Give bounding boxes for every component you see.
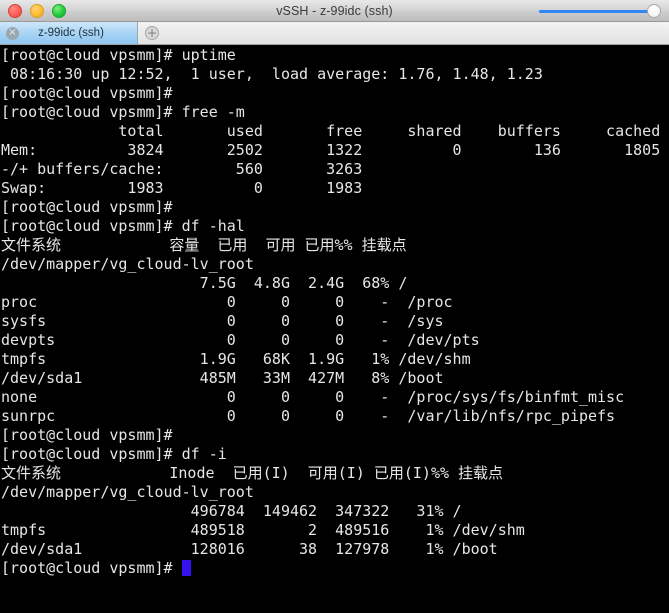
slider-knob[interactable] bbox=[647, 4, 661, 18]
terminal-window: vSSH - z-99idc (ssh) × z-99idc (ssh) + [… bbox=[0, 0, 669, 613]
terminal-line: 文件系统 Inode 已用(I) 可用(I) 已用(I)%% 挂载点 bbox=[1, 464, 504, 482]
terminal-line: 496784 149462 347322 31% / bbox=[1, 502, 462, 520]
terminal-line: [root@cloud vpsmm]# bbox=[1, 84, 173, 102]
terminal-line: Swap: 1983 0 1983 bbox=[1, 179, 363, 197]
tab-z-99idc-ssh[interactable]: × z-99idc (ssh) bbox=[0, 22, 138, 44]
plus-icon[interactable]: + bbox=[145, 26, 159, 40]
terminal-line: devpts 0 0 0 - /dev/pts bbox=[1, 331, 480, 349]
transparency-slider[interactable] bbox=[539, 4, 661, 18]
terminal-line: none 0 0 0 - /proc/sys/fs/binfmt_misc bbox=[1, 388, 625, 406]
terminal-line: /dev/mapper/vg_cloud-lv_root bbox=[1, 255, 254, 273]
terminal-line: [root@cloud vpsmm]# free -m bbox=[1, 103, 245, 121]
terminal-line: -/+ buffers/cache: 560 3263 bbox=[1, 160, 363, 178]
terminal-line: [root@cloud vpsmm]# df -hal bbox=[1, 217, 245, 235]
tab-label: z-99idc (ssh) bbox=[38, 27, 104, 39]
terminal-line: 7.5G 4.8G 2.4G 68% / bbox=[1, 274, 408, 292]
titlebar: vSSH - z-99idc (ssh) bbox=[0, 0, 669, 22]
terminal-line: /dev/sda1 485M 33M 427M 8% /boot bbox=[1, 369, 444, 387]
terminal-line: 08:16:30 up 12:52, 1 user, load average:… bbox=[1, 65, 543, 83]
terminal-line: /dev/mapper/vg_cloud-lv_root bbox=[1, 483, 254, 501]
terminal-line: [root@cloud vpsmm]# df -i bbox=[1, 445, 227, 463]
window-controls bbox=[0, 3, 66, 18]
maximize-window-icon[interactable] bbox=[52, 3, 66, 18]
terminal-line: total used free shared buffers cached bbox=[1, 122, 661, 140]
terminal-line: tmpfs 489518 2 489516 1% /dev/shm bbox=[1, 521, 525, 539]
terminal-line: sunrpc 0 0 0 - /var/lib/nfs/rpc_pipefs bbox=[1, 407, 616, 425]
text-cursor bbox=[181, 560, 191, 576]
terminal-line: /dev/sda1 128016 38 127978 1% /boot bbox=[1, 540, 498, 558]
terminal-line: [root@cloud vpsmm]# uptime bbox=[1, 46, 236, 64]
close-tab-icon[interactable]: × bbox=[6, 26, 19, 40]
terminal-line: [root@cloud vpsmm]# bbox=[1, 426, 173, 444]
terminal-output[interactable]: [root@cloud vpsmm]# uptime 08:16:30 up 1… bbox=[0, 45, 669, 613]
terminal-line: proc 0 0 0 - /proc bbox=[1, 293, 453, 311]
terminal-line: 文件系统 容量 已用 可用 已用%% 挂载点 bbox=[1, 236, 407, 254]
slider-track bbox=[539, 9, 653, 13]
close-window-icon[interactable] bbox=[8, 3, 22, 18]
terminal-line: [root@cloud vpsmm]# bbox=[1, 198, 173, 216]
tab-bar: × z-99idc (ssh) + bbox=[0, 22, 669, 45]
terminal-line: Mem: 3824 2502 1322 0 136 1805 bbox=[1, 141, 661, 159]
new-tab-button[interactable]: + bbox=[138, 22, 166, 44]
minimize-window-icon[interactable] bbox=[30, 3, 44, 18]
terminal-prompt-line: [root@cloud vpsmm]# bbox=[1, 559, 669, 578]
terminal-line: sysfs 0 0 0 - /sys bbox=[1, 312, 444, 330]
terminal-line: tmpfs 1.9G 68K 1.9G 1% /dev/shm bbox=[1, 350, 471, 368]
